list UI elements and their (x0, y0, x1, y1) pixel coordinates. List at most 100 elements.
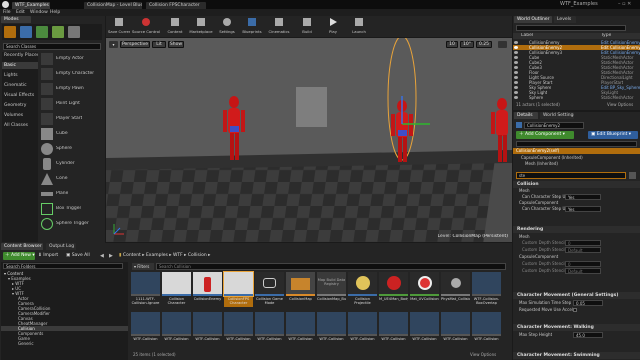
asset-tile[interactable]: CollisionMap (286, 272, 315, 308)
tab-output-log[interactable]: Output Log (46, 243, 76, 250)
category-all[interactable]: All Classes (2, 122, 38, 129)
eye-icon[interactable] (514, 76, 518, 79)
eye-icon[interactable] (514, 46, 518, 49)
save-all-button[interactable]: ▣ Save All (66, 252, 96, 260)
details-search-input[interactable]: ste (516, 172, 626, 179)
tab-fps-character[interactable]: Collision FPSCharacter (146, 2, 206, 9)
asset-tile[interactable]: WTF-Collision (224, 312, 253, 348)
nav-back-icon[interactable]: ◀ (100, 252, 108, 260)
section-rendering[interactable]: Rendering (513, 226, 640, 233)
eye-icon[interactable] (514, 51, 518, 54)
marketplace-button[interactable]: Marketplace (188, 17, 214, 36)
asset-tile[interactable]: WTF-Collision (193, 312, 222, 348)
perspective-button[interactable]: Perspective (120, 41, 150, 48)
asset-tile[interactable]: WTF-Collision-BoxOverlap (472, 272, 501, 308)
eye-icon[interactable] (514, 96, 518, 99)
lit-button[interactable]: Lit (152, 41, 166, 48)
asset-tile[interactable]: M_UE4Man_Body_Collision (379, 272, 408, 308)
tree-item-generic[interactable]: Generic (1, 341, 128, 346)
add-new-button[interactable]: ＋ Add New ▾ (3, 252, 35, 260)
details-filter-icon[interactable] (629, 172, 636, 179)
outliner-row[interactable]: Sphere StaticMeshActor (513, 95, 640, 100)
asset-tile[interactable]: Collision Game Mode (255, 272, 284, 308)
breadcrumb-wtf[interactable]: WTF (173, 253, 183, 258)
outliner-search-input[interactable] (516, 25, 626, 31)
tab-levels[interactable]: Levels (554, 16, 576, 23)
asset-tile-selected[interactable]: CollisionFPS Character (223, 271, 254, 308)
tab-world-settings[interactable]: World Settings (540, 112, 574, 119)
paint-mode-icon[interactable] (20, 26, 32, 38)
menu-help[interactable]: Help (50, 9, 60, 16)
asset-search-input[interactable]: Search Collision (156, 263, 506, 270)
menu-file[interactable]: File (3, 9, 11, 16)
asset-tile[interactable]: WTF-Collision (441, 312, 470, 348)
eye-icon[interactable] (514, 66, 518, 69)
asset-tile[interactable]: Collision Projectile (348, 272, 377, 308)
menu-edit[interactable]: Edit (16, 9, 25, 16)
asset-tile[interactable]: PhysMat_Collision (441, 272, 470, 308)
use-accel-checkbox[interactable] (573, 308, 577, 312)
item-cone[interactable]: Cone (40, 172, 104, 186)
prop-group-capsule[interactable]: CapsuleComponent (513, 254, 640, 260)
tab-collision-map[interactable]: CollisionMap - Level Blue (84, 2, 142, 9)
grid-snap-value[interactable]: 10 (446, 41, 458, 48)
category-cinematic[interactable]: Cinematic (2, 82, 38, 89)
nav-forward-icon[interactable]: ▶ (109, 252, 117, 260)
max-sim-time-step-field[interactable]: 0.05 (573, 300, 603, 306)
geometry-mode-icon[interactable] (68, 26, 80, 38)
section-collision[interactable]: Collision (513, 181, 640, 188)
landscape-mode-icon[interactable] (36, 26, 48, 38)
stencil-value-field[interactable]: 0 (565, 261, 601, 267)
outliner-view-options[interactable]: View Options (607, 102, 633, 107)
eye-icon[interactable] (514, 71, 518, 74)
stencil-value-field[interactable]: 0 (565, 240, 601, 246)
item-point-light[interactable]: Point Light (40, 97, 104, 111)
eye-icon[interactable] (514, 91, 518, 94)
asset-tile[interactable]: WTF-Collision (286, 312, 315, 348)
settings-button[interactable]: Settings (216, 17, 238, 36)
stencil-write-dropdown[interactable]: Default (565, 247, 601, 253)
step-up-dropdown[interactable]: Yes (565, 206, 601, 212)
maximize-viewport-icon[interactable] (498, 41, 507, 48)
section-char-movement-walking[interactable]: Character Movement: Walking (513, 324, 640, 331)
save-button[interactable]: Save Current (108, 17, 130, 36)
content-button[interactable]: Content (164, 17, 186, 36)
build-button[interactable]: Build (296, 17, 318, 36)
item-cube[interactable]: Cube (40, 127, 104, 141)
asset-tile[interactable]: WTF-Collision (348, 312, 377, 348)
category-vfx[interactable]: Visual Effects (2, 92, 38, 99)
actor-name-input[interactable]: CollisionEnemy2 (524, 122, 584, 129)
item-player-start[interactable]: Player Start (40, 112, 104, 126)
asset-tile[interactable]: WTF-Collision (379, 312, 408, 348)
category-basic[interactable]: Basic (2, 62, 38, 69)
rotation-snap-value[interactable]: 10° (460, 41, 474, 48)
breadcrumb-content[interactable]: Content (123, 253, 141, 258)
viewport-options-button[interactable]: ▾ (109, 41, 118, 48)
item-box-trigger[interactable]: Box Trigger (40, 202, 104, 216)
category-geometry[interactable]: Geometry (2, 102, 38, 109)
stencil-write-dropdown[interactable]: Default (565, 268, 601, 274)
tab-details[interactable]: Details (514, 112, 538, 119)
eye-icon[interactable] (514, 86, 518, 89)
asset-tile[interactable]: WTF-Collision (131, 312, 160, 348)
asset-tile[interactable]: WTF-Collision (255, 312, 284, 348)
asset-tile[interactable]: CollisionEnemy (193, 272, 222, 308)
breadcrumb-collision[interactable]: Collision (188, 253, 207, 258)
search-classes-input[interactable]: Search Classes (3, 43, 101, 50)
category-recent[interactable]: Recently Placed (2, 52, 38, 59)
item-empty-actor[interactable]: Empty Actor (40, 52, 104, 66)
component-self[interactable]: CollisionEnemy2(self) (513, 148, 640, 154)
asset-tile[interactable]: 1111-WTF-Collision-Ignore (131, 272, 160, 308)
asset-tile[interactable]: WTF-Collision (317, 312, 346, 348)
category-volumes[interactable]: Volumes (2, 112, 38, 119)
asset-tile[interactable]: WTF-Collision (162, 312, 191, 348)
cinematics-button[interactable]: Cinematics (266, 17, 292, 36)
max-step-height-field[interactable]: 45.0 (573, 332, 603, 338)
tab-content-browser[interactable]: Content Browser (1, 243, 43, 250)
show-button[interactable]: Show (168, 41, 184, 48)
window-controls[interactable]: – ▫ ✕ (618, 1, 638, 8)
asset-view-options[interactable]: View Options (470, 352, 496, 357)
filters-button[interactable]: ▾ Filters (132, 263, 154, 270)
tab-modes[interactable]: Modes (1, 16, 31, 23)
component-mesh[interactable]: Mesh (Inherited) (513, 161, 640, 167)
